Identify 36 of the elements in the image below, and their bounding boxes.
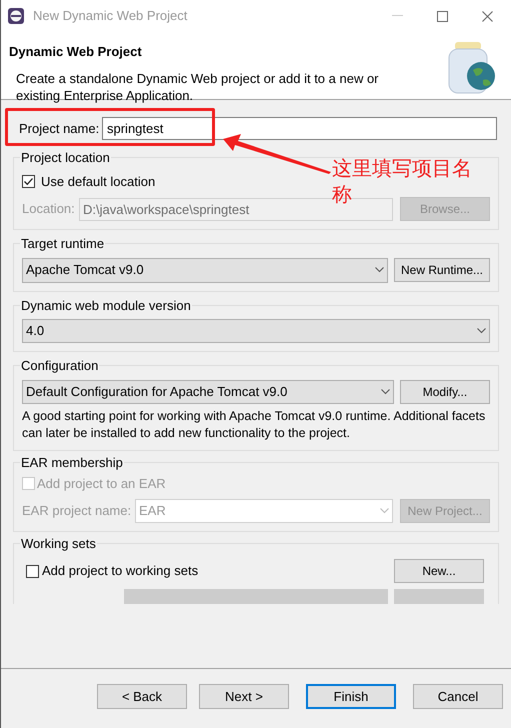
checkbox-label: Use default location: [41, 172, 156, 190]
page-description: Create a standalone Dynamic Web project or add it to a new or existing Enterprise Application.: [15, 70, 380, 104]
new-runtime-button[interactable]: New Runtime...: [394, 258, 490, 282]
project-name-field[interactable]: springtest: [102, 117, 497, 140]
chevron-icon: [375, 267, 384, 273]
runtime-dropdown[interactable]: Apache Tomcat v9.0: [22, 258, 388, 282]
use-default-checkbox[interactable]: [22, 174, 35, 188]
field-label: Location:: [22, 200, 76, 218]
group-title: Target runtime: [21, 236, 104, 251]
version-dropdown[interactable]: 4.0: [22, 319, 490, 343]
configuration-dropdown[interactable]: Default Configuration for Apache Tomcat v9.0: [22, 380, 394, 404]
field-label: Project name:: [19, 120, 100, 138]
group-title: Configuration: [21, 358, 98, 373]
page-title: Dynamic Web Project: [9, 43, 143, 61]
dialog-button[interactable]: Finish: [306, 684, 396, 709]
close-icon[interactable]: [482, 10, 493, 22]
dialog-button[interactable]: Next >: [199, 684, 289, 709]
window-title: New Dynamic Web Project: [33, 7, 188, 26]
group-title: EAR membership: [21, 454, 123, 470]
chevron-icon: [380, 508, 389, 514]
maximize-icon[interactable]: [437, 10, 448, 22]
checkbox-label: Add project to working sets: [42, 562, 198, 580]
new-working-set-button[interactable]: New...: [394, 559, 484, 583]
configuration-description: A good starting point for working with Apache Tomcat v9.0 runtime. Additional facets can later be installed to add new functionality to the project.: [22, 408, 486, 442]
modify-button[interactable]: Modify...: [400, 380, 490, 404]
working-sets-checkbox[interactable]: [26, 564, 39, 578]
checkbox-label: Add project to an EAR: [37, 475, 166, 493]
eclipse-icon: [7, 7, 25, 25]
group-title: Project location: [21, 150, 110, 165]
field-label: EAR project name:: [22, 502, 132, 520]
dialog-button[interactable]: Cancel: [413, 684, 503, 709]
group-title: Dynamic web module version: [21, 298, 191, 312]
group-title: Working sets: [21, 536, 96, 550]
chevron-icon: [381, 388, 390, 394]
dialog-button[interactable]: < Back: [97, 684, 187, 709]
chevron-icon: [477, 328, 486, 334]
